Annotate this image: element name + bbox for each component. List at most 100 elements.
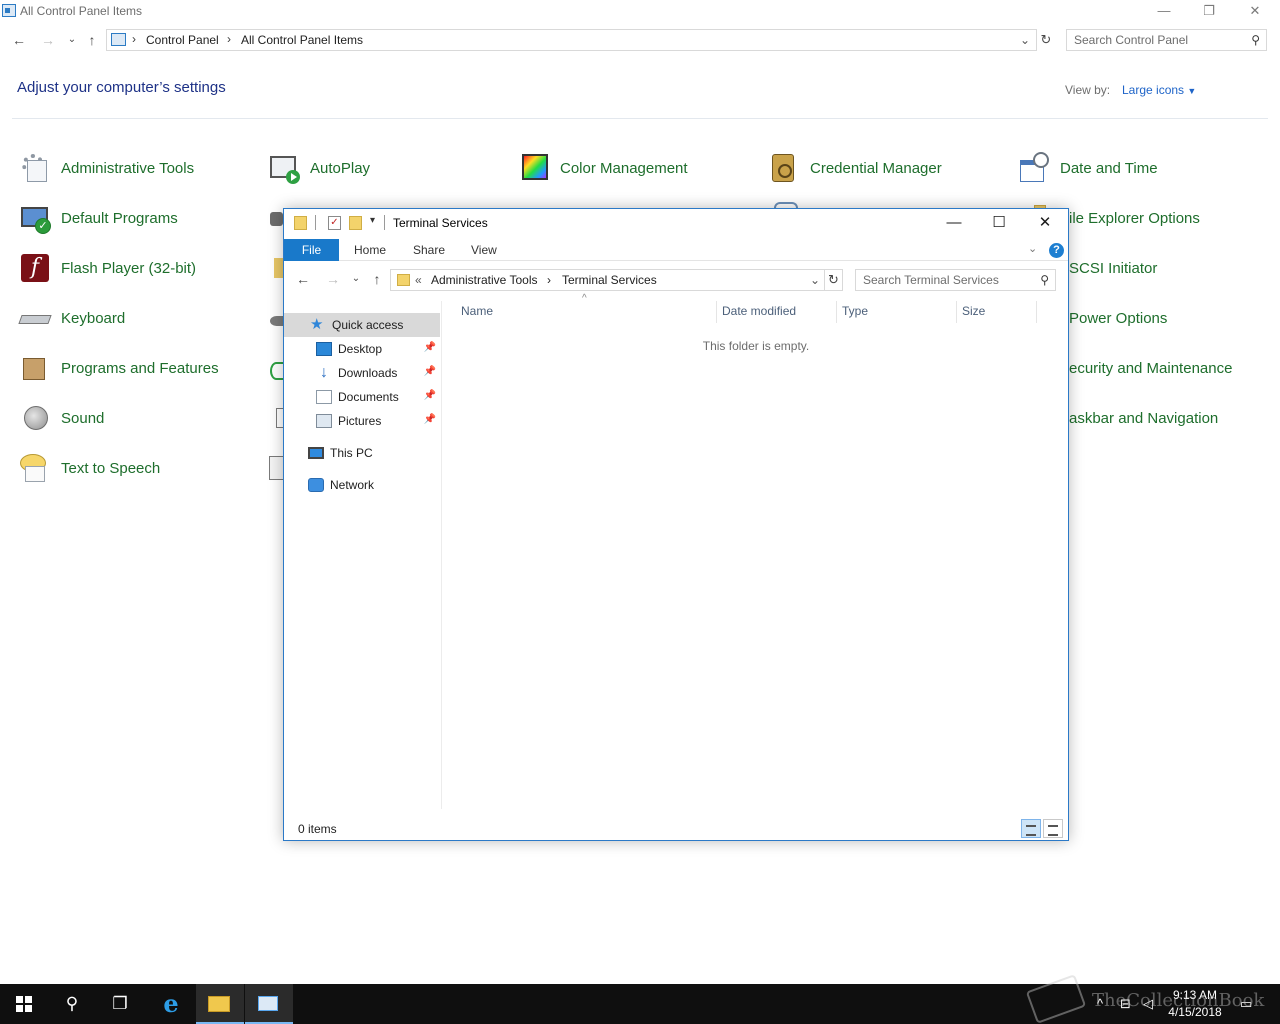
control-panel-address-bar[interactable]: › Control Panel › All Control Panel Item… [106,29,1037,51]
explorer-minimize-button[interactable]: — [931,209,977,238]
cp-item-text-to-speech[interactable]: Text to Speech [19,451,160,485]
column-header-name[interactable]: Name [461,301,493,323]
new-folder-icon[interactable] [349,216,362,230]
address-dropdown-icon[interactable]: ⌄ [810,273,820,287]
breadcrumb-chevron-icon[interactable]: › [227,32,231,46]
pictures-icon [316,414,332,428]
explorer-search-input[interactable]: Search Terminal Services ⚲ [855,269,1056,291]
control-panel-icon [258,996,278,1011]
details-view-icon[interactable] [1021,819,1041,838]
cp-item-credential-manager[interactable]: Credential Manager [768,151,942,185]
pin-icon[interactable]: 📌 [424,414,436,425]
internet-explorer-icon[interactable]: e [147,984,195,1024]
breadcrumb-overflow[interactable]: « [415,273,422,287]
up-arrow-icon[interactable]: ↑ [81,28,103,52]
cp-item-programs-and-features[interactable]: Programs and Features [19,351,219,385]
nav-quick-access[interactable]: ★ Quick access [284,313,440,337]
column-separator[interactable] [716,301,717,323]
breadcrumb-administrative-tools[interactable]: Administrative Tools [431,273,538,287]
properties-icon[interactable]: ✓ [328,216,341,230]
expand-ribbon-chevron-icon[interactable]: ⌄ [1028,242,1037,255]
cp-item-sound[interactable]: Sound [19,401,104,435]
tab-view[interactable]: View [471,243,497,257]
breadcrumb-all-items[interactable]: All Control Panel Items [241,33,363,47]
page-title: Adjust your computer’s settings [17,79,226,96]
recent-locations-chevron-icon[interactable]: ⌄ [345,267,367,291]
column-header-date-modified[interactable]: Date modified [722,301,796,323]
refresh-icon[interactable]: ↻ [1037,29,1055,51]
refresh-icon[interactable]: ↻ [825,269,843,291]
cp-item-taskbar-and-navigation[interactable]: askbar and Navigation [1069,401,1218,435]
divider [384,215,385,230]
cp-item-label: Power Options [1069,309,1168,327]
cp-item-label: askbar and Navigation [1069,409,1219,427]
column-separator[interactable] [956,301,957,323]
customize-toolbar-chevron-icon[interactable]: ▾ [370,215,375,226]
cp-item-security-and-maintenance[interactable]: ecurity and Maintenance [1069,351,1232,385]
explorer-maximize-button[interactable]: ☐ [976,209,1022,238]
tab-file[interactable]: File [284,239,339,261]
breadcrumb-terminal-services[interactable]: Terminal Services [562,273,657,287]
nav-desktop[interactable]: Desktop 📌 [284,337,440,361]
help-icon[interactable]: ? [1049,243,1064,258]
cp-item-administrative-tools[interactable]: Administrative Tools [19,151,194,185]
cp-item-power-options[interactable]: Power Options [1069,301,1167,335]
breadcrumb-chevron-icon[interactable]: › [132,32,136,46]
tab-share[interactable]: Share [413,243,445,257]
cp-item-date-and-time[interactable]: Date and Time [1018,151,1158,185]
back-arrow-icon[interactable]: ← [8,28,30,52]
cp-close-button[interactable]: ✕ [1232,0,1278,24]
column-separator[interactable] [1036,301,1037,323]
pin-icon[interactable]: 📌 [424,342,436,353]
explorer-address-bar[interactable]: « Administrative Tools › Terminal Servic… [390,269,825,291]
explorer-titlebar: ✓ ▾ Terminal Services — ☐ ✕ [284,209,1068,239]
task-view-icon[interactable]: ❐ [96,984,144,1024]
nav-network[interactable]: Network [284,473,440,497]
nav-label: Network [330,478,375,492]
nav-documents[interactable]: Documents 📌 [284,385,440,409]
forward-arrow-icon[interactable]: → [322,267,344,291]
up-arrow-icon[interactable]: ↑ [366,267,388,291]
explorer-close-button[interactable]: ✕ [1022,209,1068,238]
control-panel-taskbar-button[interactable] [245,984,293,1024]
cp-item-color-management[interactable]: Color Management [518,151,688,185]
view-by-dropdown[interactable]: Large icons ▼ [1122,83,1196,97]
file-explorer-taskbar-button[interactable] [196,984,244,1024]
column-separator[interactable] [836,301,837,323]
address-dropdown-icon[interactable]: ⌄ [1020,33,1030,47]
start-button[interactable] [0,984,48,1024]
cp-minimize-button[interactable]: — [1141,0,1187,24]
breadcrumb-chevron-icon[interactable]: › [547,273,551,287]
cp-item-label: Text to Speech [61,459,161,477]
cp-item-flash-player[interactable]: f Flash Player (32-bit) [19,251,196,285]
control-panel-search-input[interactable]: Search Control Panel ⚲ [1066,29,1267,51]
pin-icon[interactable]: 📌 [424,390,436,401]
cp-restore-button[interactable]: ❐ [1186,0,1232,24]
nav-downloads[interactable]: ↓ Downloads 📌 [284,361,440,385]
recent-locations-chevron-icon[interactable]: ⌄ [61,28,83,52]
status-item-count: 0 items [298,822,337,836]
cp-item-autoplay[interactable]: AutoPlay [268,151,370,185]
cp-item-label: AutoPlay [310,159,371,177]
pin-icon[interactable]: 📌 [424,366,436,377]
large-icons-view-icon[interactable] [1043,819,1063,838]
nav-pictures[interactable]: Pictures 📌 [284,409,440,433]
nav-this-pc[interactable]: This PC [284,441,440,465]
cp-item-keyboard[interactable]: Keyboard [18,301,125,335]
breadcrumb-control-panel[interactable]: Control Panel [146,33,219,47]
cp-item-file-explorer-options[interactable]: ile Explorer Options [1069,201,1200,235]
cp-item-iscsi-initiator[interactable]: SCSI Initiator [1069,251,1157,285]
column-header-size[interactable]: Size [962,301,985,323]
cp-item-label: SCSI Initiator [1069,259,1158,277]
partial-item-icon [276,408,283,428]
navigation-pane: ★ Quick access Desktop 📌 ↓ Downloads 📌 D… [284,301,442,809]
cp-item-label: Date and Time [1060,159,1158,177]
watermark-text: TheCollectionBook [1092,990,1265,1011]
forward-arrow-icon[interactable]: → [37,28,59,52]
cp-item-default-programs[interactable]: ✓ Default Programs [19,201,178,235]
back-arrow-icon[interactable]: ← [292,267,314,291]
column-header-type[interactable]: Type [842,301,868,323]
tab-home[interactable]: Home [354,243,386,257]
partial-item-icon [270,362,283,380]
search-icon[interactable]: ⚲ [48,984,96,1024]
